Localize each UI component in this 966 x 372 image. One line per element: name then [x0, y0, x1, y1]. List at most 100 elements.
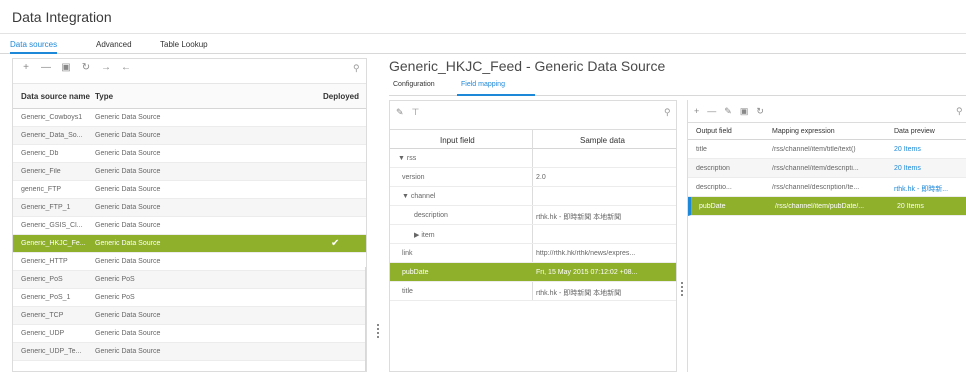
- tree-row[interactable]: description rthk.hk - 即時新聞 本地新聞: [390, 206, 676, 225]
- filter-icon[interactable]: ⊤: [412, 107, 420, 118]
- vertical-scrollbar[interactable]: [365, 267, 366, 371]
- tree-row[interactable]: ▼ rss: [390, 149, 676, 168]
- edit-mapping-icon[interactable]: ✎: [724, 106, 732, 117]
- sample-data-value: 2.0: [536, 174, 546, 181]
- table-row[interactable]: Generic_UDP Generic Data Source: [13, 325, 366, 343]
- tree-row[interactable]: version 2.0: [390, 168, 676, 187]
- app-header: Data Integration: [0, 0, 966, 34]
- tab-field-mapping[interactable]: Field mapping: [457, 81, 535, 96]
- column-header-data-preview[interactable]: Data preview: [894, 128, 935, 135]
- data-source-name: Generic_Data_So...: [21, 132, 83, 139]
- input-field-name: link: [402, 250, 413, 257]
- data-preview-link[interactable]: 20 Items: [894, 165, 966, 172]
- input-fields-panel: ✎ ⊤ ⚲ Input field Sample data ▼ rss versi…: [389, 100, 677, 372]
- data-source-type: Generic Data Source: [95, 348, 161, 355]
- tree-row[interactable]: pubDate Fri, 15 May 2015 07:12:02 +08...: [390, 263, 676, 282]
- table-row[interactable]: Generic_GSIS_Cl... Generic Data Source: [13, 217, 366, 235]
- minus-icon[interactable]: —: [41, 62, 51, 76]
- output-field-name: description: [696, 165, 730, 172]
- edit-icon[interactable]: ✎: [396, 107, 404, 118]
- tab-table-lookup[interactable]: Table Lookup: [160, 38, 208, 54]
- table-row[interactable]: Generic_Data_So... Generic Data Source: [13, 127, 366, 145]
- mapping-expression: /rss/channel/item/pubDate/...: [775, 203, 865, 210]
- add-mapping-icon[interactable]: +: [694, 106, 699, 117]
- data-source-type: Generic PoS: [95, 294, 135, 301]
- data-source-type: Generic Data Source: [95, 204, 161, 211]
- data-source-name: Generic_File: [21, 168, 61, 175]
- table-row[interactable]: Generic_PoS_1 Generic PoS: [13, 289, 366, 307]
- data-source-name: Generic_FTP_1: [21, 204, 71, 211]
- table-row[interactable]: descriptio... /rss/channel/description/te…: [688, 178, 966, 197]
- remove-mapping-icon[interactable]: —: [707, 106, 716, 117]
- main-tabs: Data sources Advanced Table Lookup: [0, 36, 966, 54]
- column-header-sample-data[interactable]: Sample data: [580, 136, 625, 145]
- mapping-splitter-handle[interactable]: [681, 282, 683, 296]
- export-icon[interactable]: ←: [121, 62, 131, 76]
- import-icon[interactable]: →: [101, 62, 111, 76]
- column-header-output-field[interactable]: Output field: [696, 128, 732, 135]
- tree-row[interactable]: link http://rthk.hk/rthk/news/expres...: [390, 244, 676, 263]
- data-source-name: Generic_Db: [21, 150, 59, 157]
- output-fields-panel: + — ✎ ▣ ↻ ⚲ Output field Mapping express…: [687, 100, 966, 372]
- table-row[interactable]: description/rss/channel/item/descripti..…: [688, 159, 966, 178]
- input-fields-header: Input field Sample data: [390, 129, 676, 149]
- sample-data-value: Fri, 15 May 2015 07:12:02 +08...: [536, 269, 638, 276]
- deployed-check-icon: ✔: [331, 238, 340, 249]
- output-field-name: pubDate: [699, 203, 726, 210]
- table-row[interactable]: Generic_HKJC_Fe... Generic Data Source ✔: [13, 235, 366, 253]
- data-sources-toolbar: + — ▣ ↻ → ←: [21, 62, 131, 76]
- output-fields-toolbar: + — ✎ ▣ ↻: [694, 106, 764, 117]
- data-source-name: generic_FTP: [21, 186, 62, 193]
- table-row[interactable]: Generic_Cowboys1 Generic Data Source: [13, 109, 366, 127]
- column-header-type[interactable]: Type: [95, 92, 113, 101]
- refresh-icon[interactable]: ↻: [81, 62, 91, 76]
- table-row[interactable]: Generic_HTTP Generic Data Source: [13, 253, 366, 271]
- tree-row[interactable]: title rthk.hk - 即時新聞 本地新聞: [390, 282, 676, 301]
- table-row[interactable]: title/rss/channel/item/title/text() 20 It…: [688, 140, 966, 159]
- column-header-input-field[interactable]: Input field: [440, 136, 475, 145]
- data-preview-link[interactable]: 20 Items: [894, 146, 966, 153]
- data-source-type: Generic Data Source: [95, 114, 161, 121]
- tree-row[interactable]: ▶ item: [390, 225, 676, 244]
- table-row[interactable]: pubDate/rss/channel/item/pubDate/... 20 I…: [688, 197, 966, 216]
- folder-icon[interactable]: ▣: [740, 106, 749, 117]
- data-source-name: Generic_PoS_1: [21, 294, 71, 301]
- column-header-name[interactable]: Data source name: [21, 92, 90, 101]
- input-field-name: ▼ rss: [398, 155, 417, 162]
- input-field-name: ▼ channel: [402, 193, 436, 200]
- data-source-type: Generic Data Source: [95, 132, 161, 139]
- tab-configuration[interactable]: Configuration: [393, 81, 435, 96]
- detail-tabs: Configuration Field mapping: [389, 80, 966, 96]
- data-source-title: Generic_HKJC_Feed - Generic Data Source: [389, 58, 666, 74]
- table-row[interactable]: generic_FTP Generic Data Source: [13, 181, 366, 199]
- tab-data-sources[interactable]: Data sources: [10, 38, 58, 54]
- table-row[interactable]: Generic_UDP_Te... Generic Data Source: [13, 343, 366, 361]
- refresh-icon[interactable]: ↻: [756, 106, 764, 117]
- table-row[interactable]: Generic_PoS Generic PoS: [13, 271, 366, 289]
- plus-icon[interactable]: +: [21, 62, 31, 76]
- search-icon[interactable]: ⚲: [353, 63, 360, 74]
- input-field-name: title: [402, 288, 413, 295]
- column-header-mapping-expression[interactable]: Mapping expression: [772, 128, 835, 135]
- mapping-expression: /rss/channel/description/te...: [772, 184, 860, 191]
- tree-row[interactable]: ▼ channel: [390, 187, 676, 206]
- table-row[interactable]: Generic_Db Generic Data Source: [13, 145, 366, 163]
- data-sources-panel: + — ▣ ↻ → ← ⚲ Data source name Type Depl…: [12, 58, 367, 372]
- data-source-type: Generic Data Source: [95, 330, 161, 337]
- data-preview-link[interactable]: 20 Items: [897, 203, 966, 210]
- data-preview-link[interactable]: rthk.hk - 即時新...: [894, 184, 966, 194]
- data-sources-table-header: Data source name Type Deployed: [13, 83, 366, 109]
- table-row[interactable]: Generic_FTP_1 Generic Data Source: [13, 199, 366, 217]
- input-field-name: pubDate: [402, 269, 429, 276]
- output-field-name: descriptio...: [696, 184, 732, 191]
- table-row[interactable]: Generic_File Generic Data Source: [13, 163, 366, 181]
- column-header-deployed[interactable]: Deployed: [323, 92, 359, 101]
- data-source-name: Generic_PoS: [21, 276, 63, 283]
- table-row[interactable]: Generic_TCP Generic Data Source: [13, 307, 366, 325]
- app-title: Data Integration: [12, 9, 112, 25]
- folder-icon[interactable]: ▣: [61, 62, 71, 76]
- panel-splitter-handle[interactable]: [377, 324, 379, 338]
- output-search-icon[interactable]: ⚲: [956, 106, 963, 117]
- input-search-icon[interactable]: ⚲: [664, 107, 671, 118]
- tab-advanced[interactable]: Advanced: [96, 38, 132, 54]
